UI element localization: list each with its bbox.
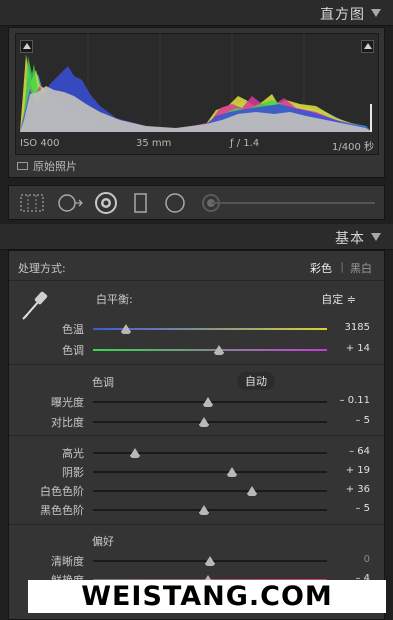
original-photo-checkbox[interactable]	[17, 162, 28, 170]
presence-label: 偏好	[92, 535, 114, 548]
treatment-separator: |	[340, 260, 344, 273]
contrast-value[interactable]: – 5	[355, 415, 370, 426]
original-photo-label: 原始照片	[33, 160, 77, 173]
tool-strip	[8, 185, 385, 220]
white-balance-select[interactable]: 自定 ≑	[321, 291, 356, 307]
spot-removal-icon[interactable]	[57, 192, 85, 214]
highlights-label: 高光	[62, 447, 84, 460]
shadows-slider-thumb[interactable]	[227, 467, 238, 477]
blacks-label: 黑色色阶	[40, 504, 84, 517]
temp-label: 色温	[62, 323, 84, 336]
radial-filter-icon[interactable]	[163, 191, 187, 215]
watermark-banner: WEISTANG.COM	[28, 580, 386, 613]
basic-panel: 处理方式: 彩色 | 黑白 白平衡: 自定 ≑ 色温 3185 色调 + 14 …	[8, 250, 385, 620]
blacks-slider-thumb[interactable]	[199, 505, 210, 515]
treatment-label: 处理方式:	[18, 262, 66, 275]
aperture-label: ƒ / 1.4	[230, 138, 260, 149]
shadows-label: 阴影	[62, 466, 84, 479]
exposure-slider-track[interactable]	[93, 397, 327, 407]
temp-slider-track[interactable]	[93, 324, 327, 334]
temp-value[interactable]: 3185	[345, 322, 370, 333]
shadows-slider-track[interactable]	[93, 467, 327, 477]
tint-value[interactable]: + 14	[346, 343, 370, 354]
histogram-header-title: 直方图	[320, 7, 365, 23]
crop-overlay-icon[interactable]	[19, 192, 45, 214]
basic-header-title: 基本	[335, 231, 365, 247]
basic-header[interactable]: 基本	[0, 224, 393, 250]
treatment-color-option[interactable]: 彩色	[310, 260, 332, 276]
tint-slider-track[interactable]	[93, 345, 327, 355]
tone-label: 色调	[92, 376, 114, 389]
highlights-slider-thumb[interactable]	[130, 448, 141, 458]
blacks-value[interactable]: – 5	[355, 503, 370, 514]
collapse-triangle-icon[interactable]	[371, 9, 381, 17]
tint-label: 色调	[62, 344, 84, 357]
adjustment-brush-slider[interactable]	[199, 191, 379, 215]
graduated-filter-icon[interactable]	[133, 192, 149, 214]
histogram-graph	[20, 34, 372, 132]
watermark-text: WEISTANG.COM	[81, 581, 333, 612]
original-photo-toggle[interactable]: 原始照片	[17, 158, 77, 174]
shadow-clipping-button[interactable]	[20, 40, 33, 53]
contrast-slider-thumb[interactable]	[199, 417, 210, 427]
contrast-slider-track[interactable]	[93, 417, 327, 427]
collapse-triangle-icon[interactable]	[371, 233, 381, 241]
red-eye-icon[interactable]	[93, 190, 119, 216]
clarity-slider-track[interactable]	[93, 556, 327, 566]
whites-label: 白色色阶	[40, 485, 84, 498]
shadows-value[interactable]: + 19	[346, 465, 370, 476]
exposure-label: 曝光度	[51, 396, 84, 409]
iso-label: ISO 400	[20, 138, 60, 149]
whites-slider-thumb[interactable]	[247, 486, 258, 496]
shutter-label: 1/400 秒	[332, 142, 374, 153]
blacks-slider-track[interactable]	[93, 505, 327, 515]
contrast-label: 对比度	[51, 416, 84, 429]
histogram-panel: ISO 400 35 mm ƒ / 1.4 1/400 秒 原始照片	[8, 27, 385, 178]
eyedropper-icon[interactable]	[19, 287, 51, 321]
auto-tone-button[interactable]: 自动	[237, 372, 275, 390]
highlight-clipping-button[interactable]	[361, 40, 374, 53]
whites-value[interactable]: + 36	[346, 484, 370, 495]
clarity-value[interactable]: 0	[364, 554, 370, 565]
white-balance-label: 白平衡:	[96, 293, 133, 306]
temp-slider-thumb[interactable]	[120, 324, 131, 334]
histogram-header[interactable]: 直方图	[0, 0, 393, 26]
tint-slider-thumb[interactable]	[214, 345, 225, 355]
clarity-label: 清晰度	[51, 555, 84, 568]
highlights-slider-track[interactable]	[93, 448, 327, 458]
histogram-chart[interactable]: ISO 400 35 mm ƒ / 1.4 1/400 秒	[15, 33, 379, 155]
highlights-value[interactable]: – 64	[349, 446, 370, 457]
treatment-bw-option[interactable]: 黑白	[350, 260, 372, 276]
exposure-value[interactable]: – 0.11	[340, 395, 370, 406]
focal-length-label: 35 mm	[136, 138, 172, 149]
clarity-slider-thumb[interactable]	[205, 556, 215, 566]
whites-slider-track[interactable]	[93, 486, 327, 496]
exposure-slider-thumb[interactable]	[202, 397, 213, 407]
